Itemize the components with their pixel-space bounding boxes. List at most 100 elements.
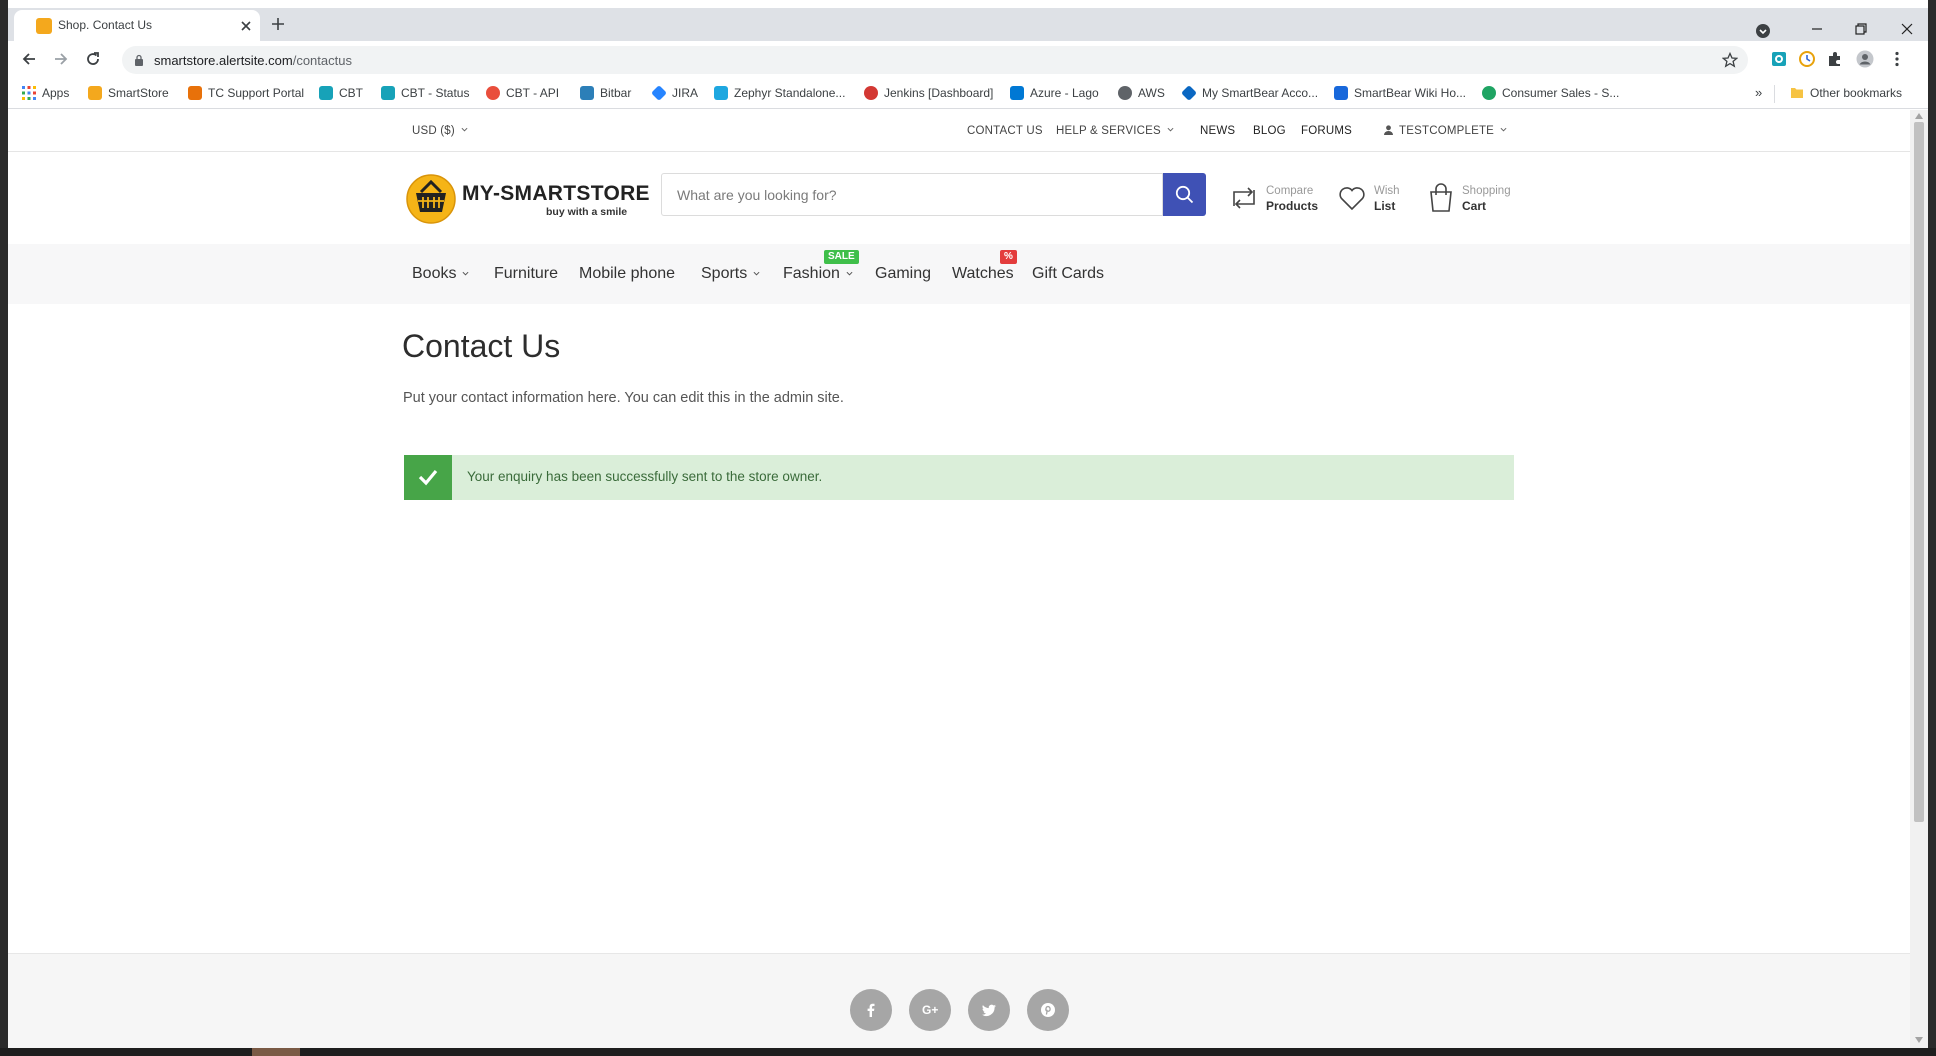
menu-item-gift-cards[interactable]: Gift Cards <box>1032 265 1104 283</box>
window-close-icon[interactable] <box>1898 22 1916 36</box>
twitter-icon <box>982 1004 996 1016</box>
google-plus-link[interactable]: G+ <box>909 989 951 1031</box>
reload-icon[interactable] <box>84 50 102 68</box>
bookmarks-overflow-button[interactable]: » <box>1755 85 1762 100</box>
twitter-link[interactable] <box>968 989 1010 1031</box>
extension-box-icon[interactable] <box>1770 50 1788 68</box>
azure-icon <box>1010 86 1024 100</box>
web-page: USD ($) CONTACT US HELP & SERVICES NEWS … <box>8 110 1910 1048</box>
search-input[interactable] <box>662 174 1162 215</box>
forums-link[interactable]: FORUMS <box>1301 125 1352 137</box>
facebook-link[interactable] <box>850 989 892 1031</box>
compare-products-button[interactable]: Compare Products <box>1230 182 1320 214</box>
address-bar[interactable]: smartstore.alertsite.com/contactus <box>122 46 1748 74</box>
facebook-icon <box>867 1003 875 1017</box>
smartbear-icon <box>1181 85 1197 101</box>
bookmark-consumer-sales[interactable]: Consumer Sales - S... <box>1482 85 1619 101</box>
contact-us-link[interactable]: CONTACT US <box>967 125 1043 137</box>
bookmark-zephyr[interactable]: Zephyr Standalone... <box>714 85 845 101</box>
confluence-icon <box>1334 86 1348 100</box>
compare-arrows-icon <box>1233 187 1255 209</box>
chevron-down-icon <box>846 271 853 276</box>
store-header: MY-SMARTSTORE buy with a smile Compare P… <box>8 152 1910 244</box>
account-menu[interactable]: TESTCOMPLETE <box>1384 125 1507 137</box>
checkmark-icon <box>418 469 438 486</box>
bookmark-jenkins[interactable]: Jenkins [Dashboard] <box>864 85 993 101</box>
browser-tab[interactable]: Shop. Contact Us <box>14 10 260 41</box>
menu-item-fashion[interactable]: Fashion <box>783 265 853 283</box>
bitbar-icon <box>580 86 594 100</box>
scroll-up-arrow-icon[interactable] <box>1915 113 1923 119</box>
browser-toolbar: smartstore.alertsite.com/contactus <box>8 41 1928 77</box>
bookmark-jira[interactable]: JIRA <box>651 85 698 101</box>
bookmark-tc-support[interactable]: TC Support Portal <box>188 85 304 101</box>
bookmark-cbt-api[interactable]: CBT - API <box>486 85 559 101</box>
currency-selector[interactable]: USD ($) <box>412 125 468 137</box>
bookmark-aws[interactable]: AWS <box>1118 85 1165 101</box>
wish-list-button[interactable]: Wish List <box>1338 182 1408 214</box>
search-box <box>661 173 1163 216</box>
bookmark-smartbear-account[interactable]: My SmartBear Acco... <box>1181 85 1318 101</box>
pinterest-icon <box>1041 1003 1055 1017</box>
page-scrollbar[interactable] <box>1910 110 1928 1048</box>
bookmark-smartbear-wiki[interactable]: SmartBear Wiki Ho... <box>1334 85 1466 101</box>
menu-item-watches[interactable]: Watches <box>952 265 1014 283</box>
minimize-icon[interactable] <box>1808 22 1826 36</box>
menu-item-gaming[interactable]: Gaming <box>875 265 931 283</box>
chevron-down-icon <box>753 271 760 276</box>
jenkins-icon <box>864 86 878 100</box>
alert-icon-box <box>404 455 452 500</box>
shopping-cart-button[interactable]: Shopping Cart <box>1426 182 1516 214</box>
bookmark-azure[interactable]: Azure - Lago <box>1010 85 1099 101</box>
bookmark-cbt[interactable]: CBT <box>319 85 363 101</box>
discount-badge: % <box>1000 250 1017 264</box>
taskbar-app-button[interactable] <box>252 1048 300 1056</box>
scrollbar-thumb[interactable] <box>1914 122 1924 822</box>
success-alert: Your enquiry has been successfully sent … <box>404 455 1514 500</box>
store-logo[interactable]: MY-SMARTSTORE buy with a smile <box>406 174 650 224</box>
shopping-basket-logo-icon <box>406 174 456 224</box>
page-footer: G+ <box>8 953 1910 1048</box>
back-arrow-icon[interactable] <box>20 50 38 68</box>
new-tab-icon[interactable] <box>270 16 286 32</box>
url-text: smartstore.alertsite.com/contactus <box>154 53 352 68</box>
bookmark-apps[interactable]: Apps <box>22 85 69 101</box>
blog-link[interactable]: BLOG <box>1253 125 1286 137</box>
search-icon <box>1175 185 1194 204</box>
search-button[interactable] <box>1163 173 1206 216</box>
bookmark-smartstore[interactable]: SmartStore <box>88 85 169 101</box>
other-bookmarks-folder[interactable]: Other bookmarks <box>1790 85 1902 101</box>
tab-search-icon[interactable] <box>1755 23 1771 39</box>
bookmark-star-icon[interactable] <box>1722 52 1738 68</box>
chevron-down-icon <box>1500 127 1507 132</box>
alert-message: Your enquiry has been successfully sent … <box>467 469 823 484</box>
menu-item-books[interactable]: Books <box>412 265 469 283</box>
menu-item-sports[interactable]: Sports <box>701 265 760 283</box>
bookmark-bitbar[interactable]: Bitbar <box>580 85 631 101</box>
menu-item-furniture[interactable]: Furniture <box>494 265 558 283</box>
extension-clock-icon[interactable] <box>1798 50 1816 68</box>
profile-avatar-icon[interactable] <box>1856 50 1874 68</box>
scroll-down-arrow-icon[interactable] <box>1915 1037 1923 1043</box>
svg-text:G+: G+ <box>922 1003 938 1017</box>
bookmark-cbt-status[interactable]: CBT - Status <box>381 85 469 101</box>
browser-menu-icon[interactable] <box>1888 50 1906 68</box>
lock-icon <box>135 54 143 66</box>
extensions-puzzle-icon[interactable] <box>1826 50 1844 68</box>
cbt-api-icon <box>486 86 500 100</box>
store-top-bar: USD ($) CONTACT US HELP & SERVICES NEWS … <box>8 110 1910 152</box>
logo-tagline: buy with a smile <box>546 206 628 218</box>
help-services-menu[interactable]: HELP & SERVICES <box>1056 125 1174 137</box>
close-tab-icon[interactable] <box>238 18 254 34</box>
shopping-bag-icon <box>1430 183 1452 212</box>
news-link[interactable]: NEWS <box>1200 125 1235 137</box>
apps-grid-icon <box>22 86 36 100</box>
restore-icon[interactable] <box>1852 22 1870 36</box>
forward-arrow-icon[interactable] <box>52 50 70 68</box>
pinterest-link[interactable] <box>1027 989 1069 1031</box>
menu-item-mobile-phone[interactable]: Mobile phone <box>579 265 675 283</box>
user-icon <box>1384 125 1393 135</box>
jira-icon <box>651 85 667 101</box>
os-taskbar <box>0 1048 1936 1056</box>
tab-strip: Shop. Contact Us <box>8 8 1928 41</box>
